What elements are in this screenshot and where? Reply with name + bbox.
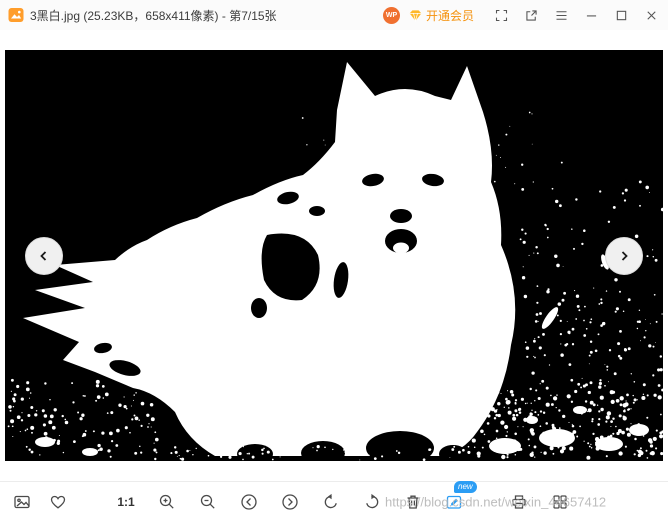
rotate-left-button[interactable] [321,492,341,512]
fullscreen-button[interactable] [486,0,516,30]
popout-button[interactable] [516,0,546,30]
favorite-button[interactable] [48,492,68,512]
chevron-right-icon [617,249,631,263]
next-image-button[interactable] [280,492,300,512]
rotate-left-icon [322,493,340,511]
titlebar-controls: WP 开通会员 [383,0,668,30]
previous-circle-icon [240,493,258,511]
menu-button[interactable] [546,0,576,30]
trash-icon [404,493,422,511]
actual-size-button[interactable]: 1:1 [116,492,136,512]
wp-badge[interactable]: WP [383,7,400,24]
next-image-overlay-button[interactable] [605,237,643,275]
minimize-button[interactable] [576,0,606,30]
toolbar-main-group: 1:1 [116,492,570,512]
actual-size-label: 1:1 [117,495,134,509]
window-title: 3黑白.jpg (25.23KB，658x411像素) - 第7/15张 [30,7,277,24]
open-vip-label: 开通会员 [426,7,474,24]
printer-icon [510,493,528,511]
minimize-icon [584,8,599,23]
next-circle-icon [281,493,299,511]
image-canvas[interactable] [5,50,663,461]
fullscreen-icon [494,8,509,23]
binary-dog-image [5,50,663,461]
browse-images-icon [13,493,31,511]
zoom-in-button[interactable] [157,492,177,512]
vip-gem-icon [408,8,423,23]
toolbar-left-group [12,492,68,512]
edit-image-button[interactable]: new [444,492,464,512]
grid-more-icon [551,493,569,511]
zoom-in-icon [158,493,176,511]
new-feature-badge: new [454,481,477,493]
rotate-right-button[interactable] [362,492,382,512]
open-vip-button[interactable]: 开通会员 [408,7,474,24]
print-button[interactable] [509,492,529,512]
previous-image-button[interactable] [239,492,259,512]
heart-icon [49,493,67,511]
titlebar: 3黑白.jpg (25.23KB，658x411像素) - 第7/15张 WP … [0,0,668,30]
maximize-icon [614,8,629,23]
rotate-right-icon [363,493,381,511]
delete-button[interactable] [403,492,423,512]
previous-image-overlay-button[interactable] [25,237,63,275]
zoom-out-icon [199,493,217,511]
browse-images-button[interactable] [12,492,32,512]
popout-icon [524,8,539,23]
close-icon [644,8,659,23]
close-button[interactable] [636,0,666,30]
viewer-area [0,30,668,481]
app-logo-icon [8,7,24,23]
edit-image-icon [445,493,463,511]
more-tools-button[interactable] [550,492,570,512]
maximize-button[interactable] [606,0,636,30]
bottom-toolbar: 1:1 [0,481,668,521]
hamburger-menu-icon [554,8,569,23]
chevron-left-icon [37,249,51,263]
zoom-out-button[interactable] [198,492,218,512]
